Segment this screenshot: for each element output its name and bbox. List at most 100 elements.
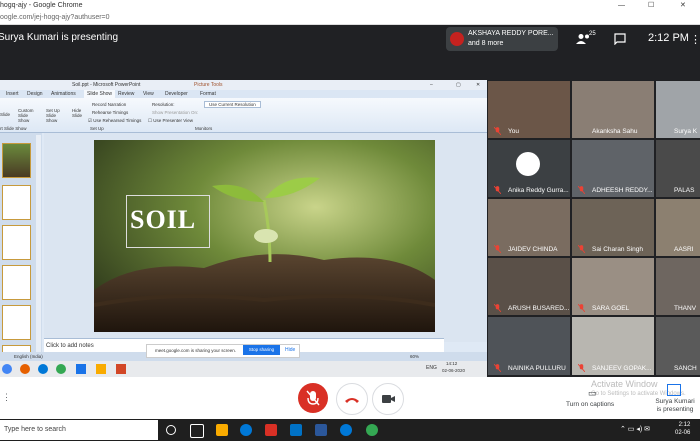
participant-tile[interactable]: SANJEEV GOPAK... [572, 317, 654, 375]
firefox-icon[interactable] [20, 364, 30, 374]
participant-name: NAINIKA PULLURU [508, 365, 566, 372]
participant-name: You [508, 128, 519, 135]
participant-name: ADHEESH REDDY... [592, 187, 653, 194]
participant-tile[interactable]: Sai Charan Singh [572, 199, 654, 256]
stop-sharing-button[interactable]: Stop sharing [243, 345, 280, 355]
participant-tile[interactable]: THANV [656, 258, 700, 315]
edge-alt-icon[interactable] [340, 424, 352, 436]
slide-label[interactable]: Slide [0, 112, 10, 117]
mic-off-icon [578, 364, 585, 372]
mic-off-icon [494, 304, 501, 312]
slide-thumbnail[interactable] [2, 305, 31, 340]
thumbnail-scrollbar[interactable] [36, 135, 41, 375]
tab-design[interactable]: Design [27, 90, 43, 98]
ppt-minimize-icon[interactable]: – [430, 80, 433, 90]
chat-icon[interactable] [614, 33, 626, 45]
participant-tile[interactable]: ADHEESH REDDY... [572, 140, 654, 197]
tab-format[interactable]: Format [200, 90, 216, 98]
youtube-icon[interactable] [265, 424, 277, 436]
tab-insert[interactable]: Insert [6, 90, 19, 98]
file-explorer-icon[interactable] [216, 424, 228, 436]
camera-toggle-button[interactable] [372, 383, 404, 415]
presenter-view-label: Use Presenter View [153, 118, 193, 123]
mic-off-icon [494, 364, 501, 372]
group-setup-label: Set Up [90, 126, 104, 131]
chrome-icon[interactable] [2, 364, 12, 374]
taskbar-search-input[interactable]: Type here to search [0, 420, 158, 440]
participant-tile[interactable]: SARA GOEL [572, 258, 654, 315]
more-options-icon[interactable]: ⋮ [690, 33, 700, 46]
cortana-icon[interactable] [166, 425, 176, 435]
slide-thumbnail[interactable] [2, 185, 31, 220]
custom-slide-show-button[interactable]: Custom Slide Show [18, 108, 38, 123]
presenter-view-checkbox[interactable]: ☐ Use Presenter View [148, 118, 193, 124]
ppt-restore-icon[interactable]: ▢ [456, 80, 461, 90]
join-notification[interactable]: AKSHAYA REDDY PORE... and 8 more [446, 27, 558, 51]
leave-call-button[interactable] [336, 383, 368, 415]
meeting-clock: 2:12 PM [648, 32, 689, 44]
browser-titlebar: hogq-ajy - Google Chrome — ☐ ✕ [0, 0, 700, 12]
participant-tile[interactable]: PALAS [656, 140, 700, 197]
tab-animations[interactable]: Animations [51, 90, 76, 98]
word-icon[interactable] [315, 424, 327, 436]
tab-review[interactable]: Review [118, 90, 134, 98]
zoom-level[interactable]: 60% [410, 352, 419, 361]
notes-placeholder: Click to add notes [46, 343, 94, 349]
record-narration-button[interactable]: Record Narration [92, 102, 126, 107]
mic-off-icon [578, 186, 585, 194]
tab-developer[interactable]: Developer [165, 90, 188, 98]
share-notice: meet.google.com is sharing your screen. [155, 348, 237, 353]
edge-icon[interactable] [240, 424, 252, 436]
participant-name: AASRI [674, 246, 694, 253]
captions-button[interactable]: Turn on captions [566, 401, 614, 408]
present-icon[interactable] [667, 384, 681, 396]
maximize-icon[interactable]: ☐ [648, 0, 654, 12]
slide-thumbnail[interactable] [2, 265, 31, 300]
participant-tile[interactable]: Anika Reddy Gurra... [488, 140, 570, 197]
chrome-alt-icon[interactable] [56, 364, 66, 374]
hide-slide-button[interactable]: Hide Slide [72, 108, 84, 118]
tray-icons[interactable]: ⌃ ▭ ◂) ✉ [620, 425, 650, 433]
participant-tile[interactable]: ARUSH BUSARED... [488, 258, 570, 315]
ppt-titlebar: Soil.ppt - Microsoft PowerPoint Picture … [0, 80, 487, 90]
resolution-select[interactable]: Use Current Resolution [204, 101, 261, 108]
chrome-taskbar-icon[interactable] [366, 424, 378, 436]
participant-name: Surya K [674, 128, 698, 135]
inner-taskbar: ENG 14:12 02-06-2020 [0, 361, 487, 377]
mic-toggle-button[interactable] [298, 383, 328, 413]
use-rehearsed-checkbox[interactable]: ☑ Use Rehearsed Timings [88, 118, 141, 124]
task-view-icon[interactable] [190, 424, 204, 438]
participant-tile[interactable]: AASRI [656, 199, 700, 256]
set-up-slide-show-button[interactable]: Set Up Slide Show [46, 108, 68, 123]
taskbar-time: 2:12 [678, 422, 691, 428]
slide-thumbnail[interactable] [2, 143, 31, 178]
hide-button[interactable]: Hide [285, 347, 295, 353]
ie-icon[interactable] [38, 364, 48, 374]
participant-tile[interactable]: NAINIKA PULLURU [488, 317, 570, 375]
app-icon[interactable] [76, 364, 86, 374]
tab-view[interactable]: View [143, 90, 154, 98]
folder-icon[interactable] [96, 364, 106, 374]
meeting-details-icon[interactable]: ⋮ [2, 392, 11, 403]
participant-tile[interactable]: SANCH [656, 317, 700, 375]
mail-icon[interactable] [290, 424, 302, 436]
ppt-close-icon[interactable]: ✕ [476, 80, 480, 90]
presenter-status[interactable]: Surya Kumari is presenting [652, 398, 698, 414]
minimize-icon[interactable]: — [618, 0, 625, 12]
address-bar[interactable]: oogle.com/jej-hogq-ajy?authuser=0 [0, 12, 700, 25]
participant-tile[interactable]: You [488, 81, 570, 138]
tab-slide-show[interactable]: Slide Show [84, 90, 116, 98]
captions-icon[interactable]: ▭ [588, 388, 597, 399]
participant-tile[interactable]: JAIDEV CHINDA [488, 199, 570, 256]
powerpoint-icon[interactable] [116, 364, 126, 374]
participant-tile[interactable]: Surya K [656, 81, 700, 138]
slide-thumbnail[interactable] [2, 225, 31, 260]
presenting-banner: Surya Kumari is presenting [0, 32, 119, 43]
close-icon[interactable]: ✕ [680, 0, 686, 12]
participant-tile[interactable]: Akanksha Sahu [572, 81, 654, 138]
rehearse-timings-button[interactable]: Rehearse Timings [92, 110, 128, 115]
hang-up-icon [345, 398, 359, 403]
taskbar-clock[interactable]: 2:12 02-06 [675, 421, 690, 437]
slide-title-box[interactable]: SOIL [126, 195, 210, 248]
participant-name: PALAS [674, 187, 695, 194]
